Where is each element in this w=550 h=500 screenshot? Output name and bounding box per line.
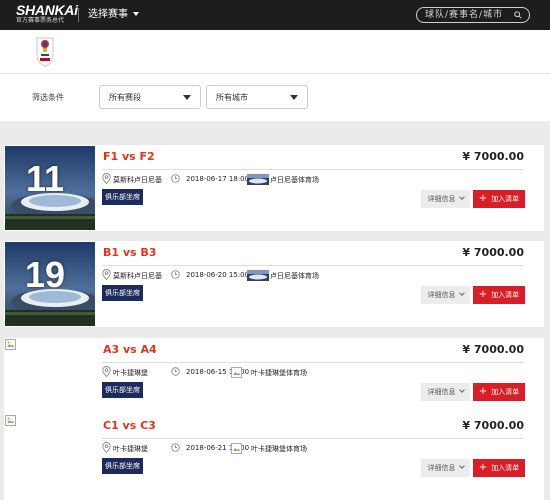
city-filter-value: 所有城市	[216, 93, 248, 102]
match-price: ¥ 7000.00	[462, 150, 524, 163]
plus-icon: +	[478, 289, 488, 300]
location-pin-icon	[102, 173, 111, 184]
match-venue: 卢日尼基体育场	[270, 176, 319, 184]
search-box[interactable]	[416, 7, 530, 23]
details-label: 详细信息	[427, 291, 456, 299]
plus-icon: +	[478, 462, 488, 473]
plus-icon: +	[478, 386, 488, 397]
clock-icon	[171, 443, 180, 452]
add-to-list-label: 加入清单	[491, 464, 520, 472]
broken-image-icon	[231, 443, 242, 454]
chevron-down-icon	[458, 387, 465, 393]
add-to-list-label: 加入清单	[491, 195, 520, 203]
match-teams[interactable]: C1 vs C3	[103, 419, 156, 432]
chevron-down-icon	[458, 194, 465, 200]
top-navbar: SHANKAi 官方赛事票务总代 选择赛事	[0, 0, 550, 30]
chevron-down-icon	[458, 290, 465, 296]
match-card: C1 vs C3 ¥ 7000.00 叶卡捷琳堡 2018-06-21 17:0…	[4, 414, 544, 500]
match-city: 莫斯科卢日尼基	[113, 272, 162, 280]
add-to-list-button[interactable]: + 加入清单	[473, 383, 525, 401]
add-to-list-button[interactable]: + 加入清单	[473, 190, 525, 208]
stage-filter-value: 所有赛段	[109, 93, 141, 102]
stage-filter-dropdown[interactable]: 所有赛段	[99, 85, 201, 109]
venue-thumbnail	[247, 270, 269, 281]
location-pin-icon	[102, 442, 111, 453]
add-to-list-label: 加入清单	[491, 291, 520, 299]
seat-category-badge: 俱乐部坐席	[102, 382, 143, 398]
details-button[interactable]: 详细信息	[421, 383, 470, 401]
search-icon[interactable]	[514, 11, 522, 19]
match-price: ¥ 7000.00	[462, 419, 524, 432]
match-datetime: 2018-06-20 15:00	[186, 271, 250, 279]
broken-image-icon	[231, 367, 242, 378]
match-card: A3 vs A4 ¥ 7000.00 叶卡捷琳堡 2018-06-15 17:0…	[4, 338, 544, 424]
match-card: 11 F1 vs F2 ¥ 7000.00 莫斯科卢日尼基 2018-06-17…	[4, 145, 544, 231]
details-label: 详细信息	[427, 388, 456, 396]
card-divider	[102, 169, 524, 170]
card-divider	[102, 362, 524, 363]
match-venue: 叶卡捷琳堡体育场	[251, 445, 307, 453]
logo-subtitle: 官方赛事票务总代	[16, 17, 65, 24]
match-number: 11	[25, 158, 65, 199]
match-price: ¥ 7000.00	[462, 343, 524, 356]
filter-label: 筛选条件	[32, 93, 64, 102]
card-divider	[102, 265, 524, 266]
match-card: 19 B1 vs B3 ¥ 7000.00 莫斯科卢日尼基 2018-06-20…	[4, 241, 544, 327]
add-to-list-label: 加入清单	[491, 388, 520, 396]
details-label: 详细信息	[427, 195, 456, 203]
details-button[interactable]: 详细信息	[421, 190, 470, 208]
match-number: 19	[24, 254, 66, 295]
seat-category-badge: 俱乐部坐席	[102, 285, 143, 301]
match-teams[interactable]: A3 vs A4	[103, 343, 157, 356]
broken-image-icon	[5, 415, 16, 426]
chevron-down-icon	[133, 12, 139, 16]
clock-icon	[171, 270, 180, 279]
chevron-down-icon	[290, 95, 298, 100]
page-header	[0, 30, 550, 73]
match-teams[interactable]: F1 vs F2	[103, 150, 155, 163]
venue-thumbnail	[247, 174, 269, 185]
match-thumbnail[interactable]: 19	[5, 242, 95, 326]
logo-text: SHANKAi	[16, 2, 78, 18]
seat-category-badge: 俱乐部坐席	[102, 458, 143, 474]
match-venue: 卢日尼基体育场	[270, 272, 319, 280]
broken-image-icon	[5, 339, 16, 350]
add-to-list-button[interactable]: + 加入清单	[473, 286, 525, 304]
details-button[interactable]: 详细信息	[421, 286, 470, 304]
match-price: ¥ 7000.00	[462, 246, 524, 259]
filter-bar: 筛选条件 所有赛段 所有城市	[0, 73, 550, 121]
shankai-logo[interactable]: SHANKAi 官方赛事票务总代	[16, 3, 78, 24]
card-divider	[102, 438, 524, 439]
match-venue: 叶卡捷琳堡体育场	[251, 369, 307, 377]
match-teams[interactable]: B1 vs B3	[103, 246, 156, 259]
navbar-divider	[78, 8, 79, 22]
event-select-label: 选择赛事	[88, 9, 128, 20]
seat-category-badge: 俱乐部坐席	[102, 189, 143, 205]
details-label: 详细信息	[427, 464, 456, 472]
plus-icon: +	[478, 193, 488, 204]
clock-icon	[171, 367, 180, 376]
details-button[interactable]: 详细信息	[421, 459, 470, 477]
match-city: 叶卡捷琳堡	[113, 445, 148, 453]
clock-icon	[171, 174, 180, 183]
match-city: 莫斯科卢日尼基	[113, 176, 162, 184]
search-input[interactable]	[425, 8, 509, 22]
city-filter-dropdown[interactable]: 所有城市	[206, 85, 308, 109]
location-pin-icon	[102, 366, 111, 377]
location-pin-icon	[102, 269, 111, 280]
add-to-list-button[interactable]: + 加入清单	[473, 459, 525, 477]
world-cup-logo	[36, 37, 54, 67]
chevron-down-icon	[458, 463, 465, 469]
chevron-down-icon	[183, 95, 191, 100]
match-thumbnail[interactable]: 11	[5, 146, 95, 230]
match-city: 叶卡捷琳堡	[113, 369, 148, 377]
event-select-dropdown[interactable]: 选择赛事	[88, 8, 139, 22]
match-datetime: 2018-06-17 18:00	[186, 175, 250, 183]
